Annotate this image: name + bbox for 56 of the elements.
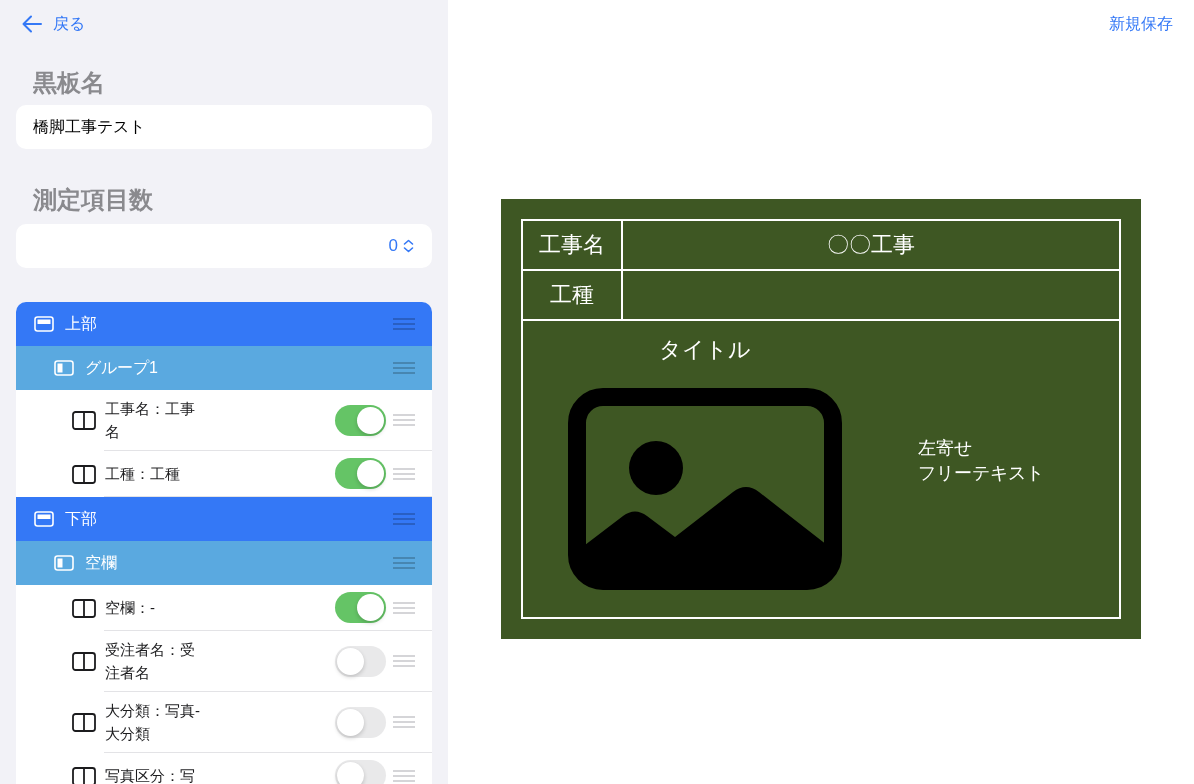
group-row[interactable]: グループ1: [16, 346, 432, 390]
item-label: 写真区分：写: [105, 766, 196, 784]
board-title: タイトル: [659, 337, 751, 363]
text-field[interactable]: 橋脚工事テスト: [16, 105, 432, 149]
sidebar-layout-icon: [54, 360, 74, 376]
drag-handle-icon[interactable]: [393, 716, 415, 728]
section-row[interactable]: 上部: [16, 302, 432, 346]
item-label: 工事名：工事名: [105, 399, 196, 442]
table-cell: 工種: [523, 271, 623, 319]
back-arrow-icon: [22, 15, 42, 33]
two-column-icon: [72, 713, 96, 732]
toggle-switch[interactable]: [335, 458, 386, 489]
section-row[interactable]: 下部: [16, 497, 432, 541]
group-label: 空欄: [85, 552, 118, 573]
back-button[interactable]: 戻る: [16, 13, 85, 35]
item-label: 空欄：-: [105, 598, 156, 618]
toggle-switch[interactable]: [335, 645, 386, 677]
drag-handle-icon[interactable]: [393, 467, 415, 480]
table-cell-text: 〇〇工事: [826, 231, 916, 259]
table-cell: 工事名: [523, 221, 623, 269]
up-down-chevron-icon: [403, 239, 414, 253]
sidebar-layout-icon: [54, 555, 74, 571]
drag-handle-icon[interactable]: [393, 601, 415, 614]
two-column-icon: [72, 411, 96, 430]
drag-handle-icon[interactable]: [393, 769, 415, 782]
save-button[interactable]: 新規保存: [1109, 13, 1173, 35]
item-label: 大分類：写真-大分類: [105, 701, 201, 744]
drag-handle-icon[interactable]: [393, 362, 415, 374]
drag-handle-icon[interactable]: [393, 655, 415, 667]
free-text: 左寄せ: [918, 437, 972, 460]
group-label: グループ1: [85, 357, 159, 378]
count-value: 0: [388, 236, 398, 256]
section-label: 下部: [65, 508, 98, 529]
group-row[interactable]: 空欄: [16, 541, 432, 585]
two-column-icon: [72, 598, 96, 618]
two-column-icon: [72, 464, 96, 484]
field-heading: 測定項目数: [32, 185, 154, 215]
drag-handle-icon[interactable]: [393, 513, 415, 525]
free-text: フリーテキスト: [918, 462, 1044, 485]
item-label: 受注者名：受注者名: [105, 640, 196, 683]
item-label: 工種：工種: [105, 464, 181, 484]
toggle-switch[interactable]: [335, 592, 386, 623]
drag-handle-icon[interactable]: [393, 557, 415, 569]
drag-handle-icon[interactable]: [393, 318, 415, 330]
section-label: 上部: [65, 313, 98, 334]
image-icon: [568, 388, 842, 590]
drag-handle-icon[interactable]: [393, 414, 415, 426]
top-bar-layout-icon: [34, 511, 54, 527]
two-column-icon: [72, 652, 96, 671]
number-picker[interactable]: 0: [16, 224, 432, 268]
toggle-switch[interactable]: [335, 760, 386, 784]
toggle-switch[interactable]: [335, 404, 386, 436]
field-heading: 黒板名: [32, 68, 106, 98]
toggle-switch[interactable]: [335, 706, 386, 738]
two-column-icon: [72, 766, 96, 784]
top-bar-layout-icon: [34, 316, 54, 332]
